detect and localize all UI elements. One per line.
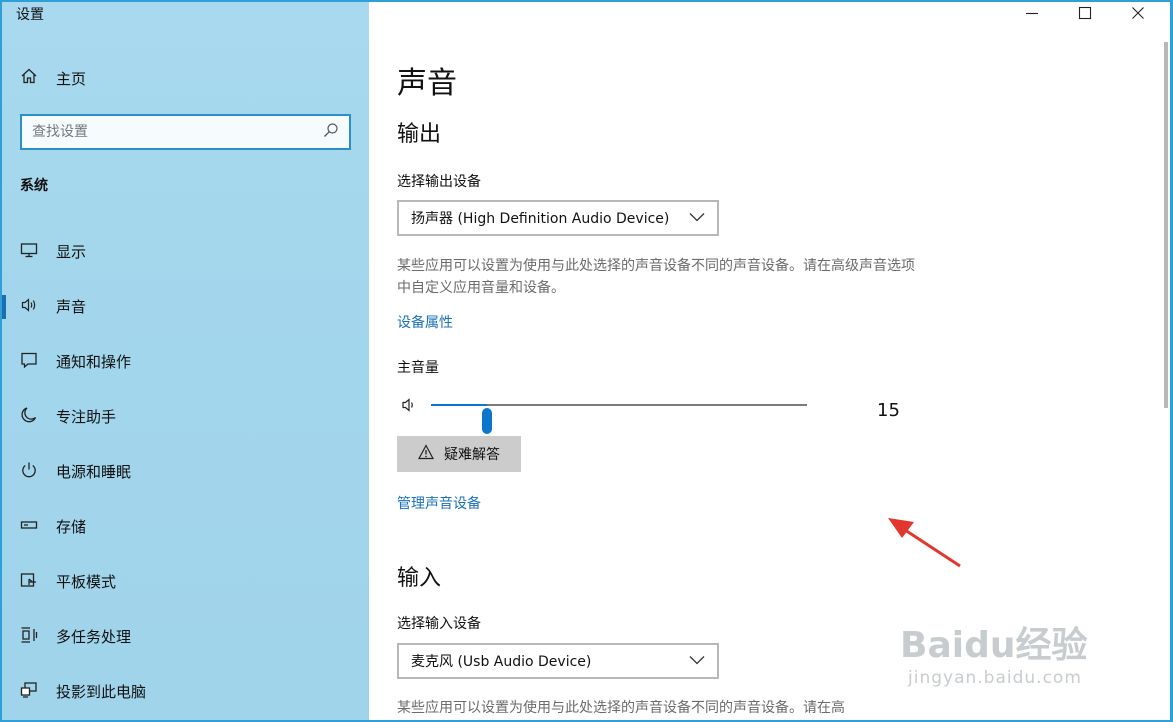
- sidebar: 设置 主页 系统 显示 声: [2, 2, 369, 720]
- master-volume-slider[interactable]: [397, 388, 917, 434]
- watermark-url: jingyan.baidu.com: [908, 668, 1082, 688]
- input-heading: 输入: [397, 566, 442, 591]
- sidebar-item-label: 投影到此电脑: [56, 683, 147, 701]
- volume-value: 15: [877, 400, 900, 421]
- search-icon[interactable]: [323, 122, 339, 142]
- input-device-value: 麦克风 (Usb Audio Device): [411, 654, 592, 670]
- scrollbar[interactable]: [1164, 42, 1168, 408]
- input-description: 某些应用可以设置为使用与此处选择的声音设备不同的声音设备。请在高: [397, 700, 845, 716]
- monitor-icon: [20, 241, 38, 263]
- device-properties-link[interactable]: 设备属性: [397, 312, 453, 332]
- page-title: 声音: [397, 66, 457, 101]
- projecting-icon: [20, 681, 38, 703]
- output-heading: 输出: [397, 122, 442, 147]
- troubleshoot-label: 疑难解答: [444, 447, 500, 463]
- output-device-label: 选择输出设备: [397, 174, 481, 190]
- sidebar-item-notifications[interactable]: 通知和操作: [2, 334, 369, 389]
- sidebar-item-display[interactable]: 显示: [2, 224, 369, 279]
- sidebar-item-projecting[interactable]: 投影到此电脑: [2, 664, 369, 719]
- home-nav-item[interactable]: 主页: [20, 64, 86, 92]
- sidebar-item-focus-assist[interactable]: 专注助手: [2, 389, 369, 444]
- storage-icon: [20, 516, 38, 538]
- sidebar-item-power-sleep[interactable]: 电源和睡眠: [2, 444, 369, 499]
- chevron-down-icon: [689, 653, 705, 669]
- tablet-mode-icon: [20, 571, 38, 593]
- manage-sound-devices-link[interactable]: 管理声音设备: [397, 493, 481, 513]
- input-device-label: 选择输入设备: [397, 616, 481, 632]
- sidebar-item-storage[interactable]: 存储: [2, 499, 369, 554]
- search-input[interactable]: [32, 124, 323, 140]
- volume-speaker-icon[interactable]: [401, 396, 419, 414]
- warning-icon: [417, 444, 435, 464]
- slider-thumb[interactable]: [482, 408, 493, 434]
- app-title: 设置: [16, 7, 44, 23]
- settings-window: 设置 主页 系统 显示 声: [0, 0, 1173, 722]
- input-device-select[interactable]: 麦克风 (Usb Audio Device): [397, 643, 719, 679]
- slider-fill: [431, 404, 488, 406]
- sidebar-item-label: 电源和睡眠: [56, 463, 132, 481]
- sidebar-item-label: 存储: [56, 518, 87, 536]
- output-description: 某些应用可以设置为使用与此处选择的声音设备不同的声音设备。请在高级声音选项中自定…: [397, 258, 915, 296]
- sidebar-item-multitasking[interactable]: 多任务处理: [2, 609, 369, 664]
- notification-icon: [20, 351, 38, 373]
- sidebar-item-label: 声音: [56, 298, 87, 316]
- sidebar-item-label: 显示: [56, 243, 87, 261]
- sidebar-item-label: 专注助手: [56, 408, 117, 426]
- sidebar-item-tablet-mode[interactable]: 平板模式: [2, 554, 369, 609]
- sidebar-item-label: 通知和操作: [56, 353, 132, 371]
- home-label: 主页: [56, 69, 87, 88]
- output-device-value: 扬声器 (High Definition Audio Device): [411, 211, 670, 227]
- watermark: Baidu经验 jingyan.baidu.com: [900, 598, 1115, 698]
- slider-track[interactable]: [431, 404, 807, 434]
- master-volume-label: 主音量: [397, 360, 439, 376]
- sidebar-item-label: 平板模式: [56, 573, 117, 591]
- moon-icon: [20, 406, 38, 428]
- chevron-down-icon: [689, 210, 705, 226]
- sidebar-item-label: 多任务处理: [56, 628, 132, 646]
- troubleshoot-button[interactable]: 疑难解答: [397, 436, 521, 472]
- nav-list: 显示 声音 通知和操作 专注助手 电源和睡眠 存储 平板模式 多任务处理 投影到…: [2, 224, 369, 719]
- home-icon: [20, 67, 38, 89]
- power-icon: [20, 461, 38, 483]
- annotation-arrow: [888, 518, 961, 568]
- sidebar-item-sound[interactable]: 声音: [2, 279, 369, 334]
- output-device-select[interactable]: 扬声器 (High Definition Audio Device): [397, 200, 719, 236]
- watermark-brand: Baidu经验: [900, 625, 1088, 666]
- speaker-icon: [20, 296, 38, 318]
- multitasking-icon: [20, 626, 38, 648]
- section-label-system: 系统: [20, 178, 48, 194]
- search-box[interactable]: [20, 114, 351, 150]
